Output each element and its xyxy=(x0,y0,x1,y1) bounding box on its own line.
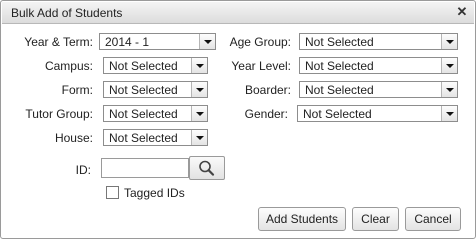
tagged-ids-label: Tagged IDs xyxy=(124,186,185,200)
year-term-select[interactable]: 2014 - 1 xyxy=(99,33,216,50)
age-group-select[interactable]: Not Selected xyxy=(299,33,458,50)
boarder-value: Not Selected xyxy=(305,83,374,97)
gender-select[interactable]: Not Selected xyxy=(297,105,458,122)
tutor-group-select[interactable]: Not Selected xyxy=(103,105,208,122)
form-value: Not Selected xyxy=(109,83,178,97)
age-group-value: Not Selected xyxy=(305,35,374,49)
search-button[interactable] xyxy=(189,156,225,180)
chevron-down-icon xyxy=(441,106,457,121)
campus-value: Not Selected xyxy=(109,59,178,73)
chevron-down-icon xyxy=(191,130,207,145)
dialog-titlebar: Bulk Add of Students ✕ xyxy=(2,2,474,24)
tagged-ids-checkbox[interactable] xyxy=(106,186,119,199)
id-input[interactable] xyxy=(101,158,189,178)
campus-label: Campus: xyxy=(44,59,93,73)
chevron-down-icon xyxy=(191,82,207,97)
chevron-down-icon xyxy=(441,34,457,49)
id-label: ID: xyxy=(75,163,91,177)
campus-select[interactable]: Not Selected xyxy=(103,57,208,74)
year-level-label: Year Level: xyxy=(231,59,291,73)
bulk-add-dialog: Bulk Add of Students ✕ Year & Term: 2014… xyxy=(0,0,476,239)
search-icon xyxy=(199,160,215,176)
chevron-down-icon xyxy=(441,82,457,97)
cancel-button[interactable]: Cancel xyxy=(405,207,461,231)
year-term-label: Year & Term: xyxy=(24,35,93,49)
add-students-button[interactable]: Add Students xyxy=(258,207,346,231)
gender-label: Gender: xyxy=(244,107,288,121)
year-level-value: Not Selected xyxy=(305,59,374,73)
house-value: Not Selected xyxy=(109,131,178,145)
form-label: Form: xyxy=(61,83,93,97)
clear-button[interactable]: Clear xyxy=(352,207,399,231)
chevron-down-icon xyxy=(441,58,457,73)
house-select[interactable]: Not Selected xyxy=(103,129,208,146)
year-term-value: 2014 - 1 xyxy=(105,35,150,49)
boarder-select[interactable]: Not Selected xyxy=(299,81,458,98)
year-level-select[interactable]: Not Selected xyxy=(299,57,458,74)
tutor-group-value: Not Selected xyxy=(109,107,178,121)
chevron-down-icon xyxy=(191,58,207,73)
age-group-label: Age Group: xyxy=(229,35,291,49)
house-label: House: xyxy=(54,131,93,145)
chevron-down-icon xyxy=(199,34,215,49)
gender-value: Not Selected xyxy=(303,107,372,121)
boarder-label: Boarder: xyxy=(244,83,291,97)
form-select[interactable]: Not Selected xyxy=(103,81,208,98)
tutor-group-label: Tutor Group: xyxy=(25,107,93,121)
dialog-title: Bulk Add of Students xyxy=(11,6,123,20)
close-icon[interactable]: ✕ xyxy=(455,5,469,19)
chevron-down-icon xyxy=(191,106,207,121)
